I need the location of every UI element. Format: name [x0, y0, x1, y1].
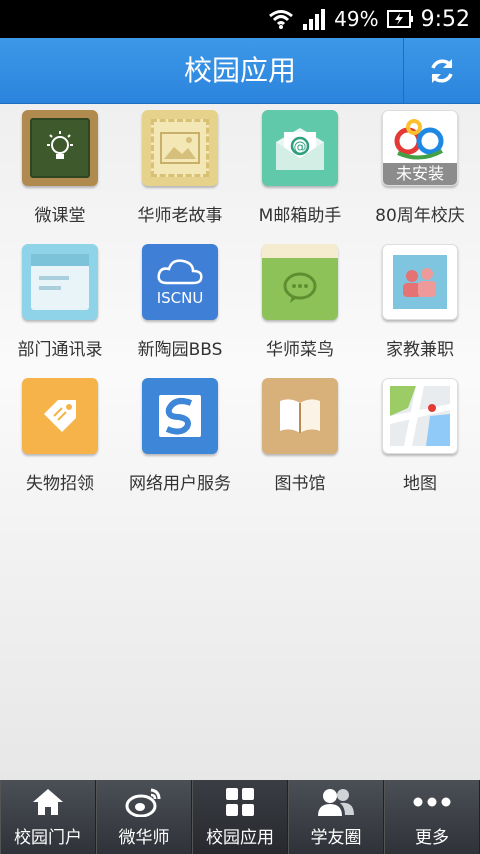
app-department-directory[interactable]: 部门通讯录 — [0, 244, 120, 376]
signal-icon — [303, 9, 326, 30]
people-icon — [382, 244, 458, 320]
app-old-story[interactable]: 华师老故事 — [120, 110, 240, 242]
app-grid: 微课堂 华师老故事 @ M邮箱助手 未安装 80周年校庆 部门通讯录 ISCNU… — [0, 110, 480, 510]
tag-icon — [22, 378, 98, 454]
app-label: 地图 — [403, 474, 437, 494]
refresh-icon — [431, 59, 453, 83]
tab-label: 校园门户 — [14, 828, 82, 848]
home-icon — [33, 789, 63, 815]
more-dots-icon — [413, 797, 451, 807]
cloud-iscnu-icon: ISCNU — [142, 244, 218, 320]
lightbulb-icon — [22, 110, 98, 186]
clock: 9:52 — [420, 6, 470, 32]
app-label: 部门通讯录 — [17, 340, 103, 360]
app-80th-anniversary[interactable]: 未安装 80周年校庆 — [360, 110, 480, 242]
tab-label: 学友圈 — [310, 828, 362, 848]
wifi-icon — [269, 10, 294, 29]
app-tutor-jobs[interactable]: 家教兼职 — [360, 244, 480, 376]
app-weiketang[interactable]: 微课堂 — [0, 110, 120, 242]
svg-text:@: @ — [294, 140, 307, 155]
app-label: 图书馆 — [274, 474, 326, 494]
tab-campus-portal[interactable]: 校园门户 — [0, 780, 96, 854]
weibo-icon — [125, 788, 161, 817]
battery-percent: 49% — [334, 7, 379, 31]
iscnu-text: ISCNU — [156, 289, 204, 307]
s-logo-icon — [142, 378, 218, 454]
tab-label: 更多 — [415, 828, 449, 848]
app-label: 华师老故事 — [137, 206, 223, 226]
tab-friends-circle[interactable]: 学友圈 — [288, 780, 384, 854]
app-network-service[interactable]: 网络用户服务 — [120, 378, 240, 510]
friends-icon — [318, 789, 354, 816]
app-header: 校园应用 — [0, 38, 480, 104]
app-label: 微课堂 — [34, 206, 86, 226]
app-label: 80周年校庆 — [375, 206, 465, 226]
tab-campus-apps[interactable]: 校园应用 — [192, 780, 288, 854]
app-grid-area: 微课堂 华师老故事 @ M邮箱助手 未安装 80周年校庆 部门通讯录 ISCNU… — [0, 104, 480, 780]
app-bbs[interactable]: ISCNU 新陶园BBS — [120, 244, 240, 376]
page-title: 校园应用 — [183, 54, 296, 87]
tab-more[interactable]: 更多 — [384, 780, 480, 854]
map-pin-icon — [382, 378, 458, 454]
status-bar: 49% 9:52 — [0, 0, 480, 38]
address-book-icon — [22, 244, 98, 320]
app-label: 华师菜鸟 — [266, 340, 334, 360]
not-installed-badge: 未安装 — [383, 163, 457, 185]
app-rookie[interactable]: 华师菜鸟 — [240, 244, 360, 376]
app-label: M邮箱助手 — [258, 206, 342, 226]
chat-bubble-icon — [262, 244, 338, 320]
app-label: 失物招领 — [26, 474, 94, 494]
app-library[interactable]: 图书馆 — [240, 378, 360, 510]
battery-charging-icon — [386, 10, 413, 28]
refresh-button[interactable] — [404, 38, 480, 104]
app-map[interactable]: 地图 — [360, 378, 480, 510]
tab-label: 校园应用 — [206, 828, 274, 848]
app-label: 家教兼职 — [386, 340, 454, 360]
anniversary-logo-icon: 未安装 — [382, 110, 458, 186]
app-mail-helper[interactable]: @ M邮箱助手 — [240, 110, 360, 242]
bottom-tab-bar: 校园门户 微华师 校园应用 学友圈 更多 — [0, 780, 480, 854]
grid-icon — [226, 788, 254, 816]
envelope-at-icon: @ — [262, 110, 338, 186]
tab-weibo[interactable]: 微华师 — [96, 780, 192, 854]
app-label: 网络用户服务 — [129, 474, 231, 494]
book-icon — [262, 378, 338, 454]
stamp-photo-icon — [142, 110, 218, 186]
tab-label: 微华师 — [118, 828, 170, 848]
app-label: 新陶园BBS — [137, 340, 223, 360]
app-lost-found[interactable]: 失物招领 — [0, 378, 120, 510]
